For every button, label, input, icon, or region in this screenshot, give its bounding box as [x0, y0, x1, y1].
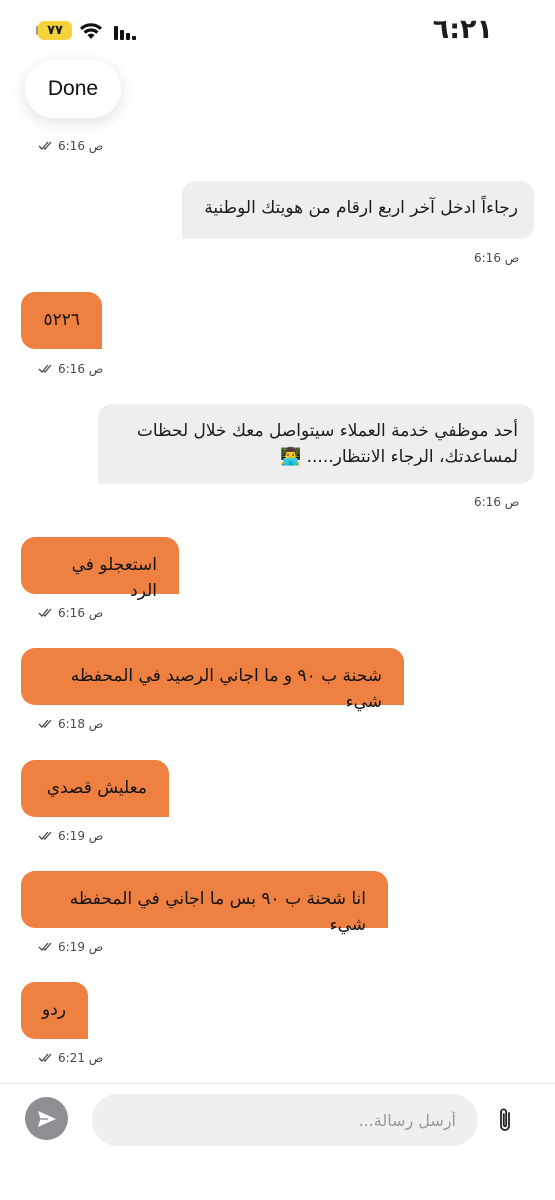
message-time: 6:16 ص: [58, 606, 104, 620]
double-check-icon: [38, 608, 52, 617]
status-time: ٦:٢١: [432, 14, 493, 45]
battery-icon: ٧٧: [38, 21, 72, 40]
message-meta: 6:19 ص: [38, 829, 103, 843]
double-check-icon: [38, 719, 52, 728]
wifi-icon: [80, 23, 102, 39]
double-check-icon: [38, 141, 52, 150]
message-time: 6:19 ص: [58, 940, 104, 954]
message-meta: 6:19 ص: [38, 940, 103, 954]
message-time: 6:16 ص: [474, 495, 520, 509]
message-time: 6:21 ص: [58, 1051, 104, 1065]
message-time: 6:16 ص: [474, 251, 520, 265]
composer-divider: [0, 1083, 555, 1084]
user-message-bubble: ردو: [21, 982, 88, 1039]
message-time: 6:18 ص: [58, 717, 104, 731]
chat-screen: ٧٧ ٦:٢١ Done 6:16 ص رجاءاً ادخل آخر اربع…: [0, 0, 555, 1200]
agent-message-bubble: أحد موظفي خدمة العملاء سيتواصل معك خلال …: [98, 404, 534, 484]
status-bar: ٧٧ ٦:٢١: [0, 0, 555, 62]
message-meta: 6:16 ص: [38, 139, 103, 153]
signal-icon: [114, 26, 136, 40]
message-meta: 6:16 ص: [38, 362, 103, 376]
message-meta: 6:21 ص: [38, 1051, 103, 1065]
user-message-bubble: انا شحنة ب ٩٠ بس ما اجاني في المحفظه شيء: [21, 871, 388, 935]
message-meta: 6:16 ص: [474, 251, 519, 265]
send-icon: [37, 1110, 56, 1127]
done-button[interactable]: Done: [25, 60, 121, 118]
double-check-icon: [38, 1053, 52, 1062]
message-meta: 6:16 ص: [474, 495, 519, 509]
user-message-bubble: ٥٢٢٦: [21, 292, 102, 349]
double-check-icon: [38, 364, 52, 373]
double-check-icon: [38, 831, 52, 840]
user-message-bubble: معليش قصدي: [21, 760, 169, 817]
message-time: 6:16 ص: [58, 362, 104, 376]
message-meta: 6:18 ص: [38, 717, 103, 731]
message-time: 6:16 ص: [58, 139, 104, 153]
paperclip-icon[interactable]: [494, 1106, 516, 1134]
message-time: 6:19 ص: [58, 829, 104, 843]
user-message-bubble: شحنة ب ٩٠ و ما اجاني الرصيد في المحفظه ش…: [21, 648, 404, 712]
user-message-bubble: استعجلو في الرد: [21, 537, 179, 601]
message-meta: 6:16 ص: [38, 606, 103, 620]
message-input[interactable]: [92, 1094, 478, 1146]
send-button[interactable]: [25, 1097, 68, 1140]
agent-message-bubble: رجاءاً ادخل آخر اربع ارقام من هويتك الوط…: [182, 181, 534, 239]
double-check-icon: [38, 942, 52, 951]
